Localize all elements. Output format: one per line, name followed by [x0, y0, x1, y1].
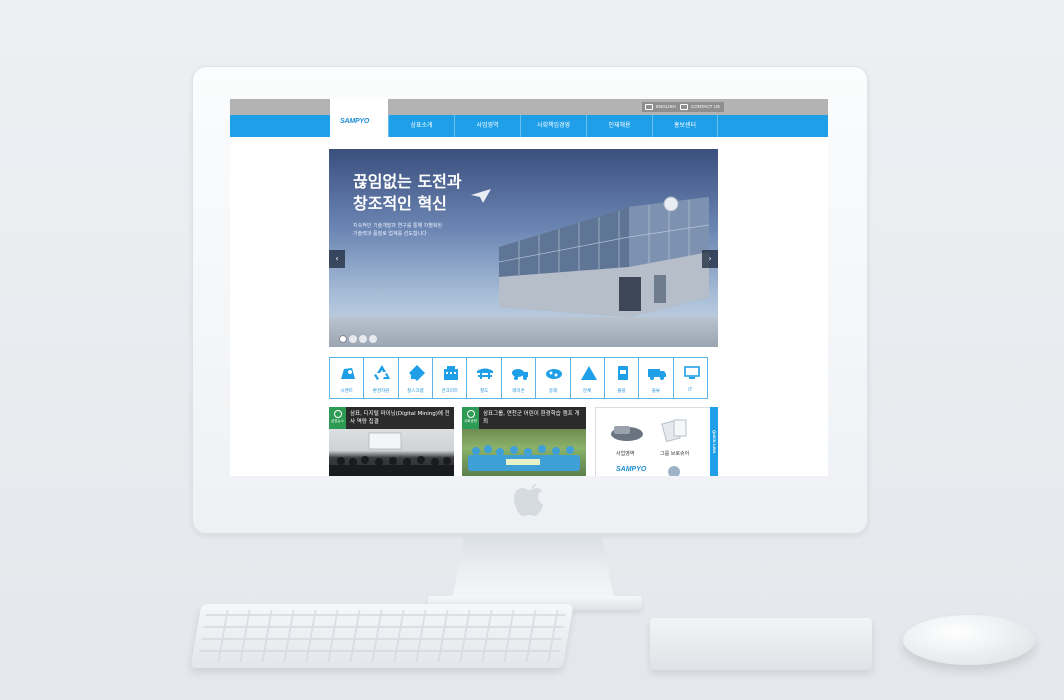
category-powder[interactable]: 분체 — [569, 357, 605, 399]
quick-link-business[interactable]: 사업영역 — [616, 450, 634, 457]
category-label: IT — [688, 388, 693, 393]
top-utility-bar — [230, 99, 828, 115]
nav-item-business[interactable]: 사업영역 — [454, 115, 520, 137]
news-badge: 사회공헌 — [462, 407, 479, 429]
contact-link-label: CONTACT US — [691, 104, 720, 109]
category-label: 골재 — [548, 389, 557, 394]
railway-icon — [477, 368, 494, 379]
hero-title-line2: 창조적인 혁신 — [353, 194, 447, 213]
news-title: 삼표, 디지털 마이닝(Digital Mining)에 전사 역량 집결 — [350, 411, 450, 425]
recycle-icon — [374, 365, 391, 380]
slide-dot[interactable] — [359, 335, 367, 343]
hero-banner: 끊임없는 도전과 창조적인 혁신 지속적인 기술개발과 연구를 통해 차별화된 … — [329, 149, 718, 347]
category-label: 시멘트 — [340, 389, 353, 394]
apple-logo-icon — [514, 484, 543, 516]
scrap-icon — [408, 365, 425, 381]
mouse — [903, 615, 1035, 665]
category-mortar[interactable]: 몰탈 — [603, 357, 640, 399]
monitor-stand — [452, 533, 614, 599]
category-it[interactable]: IT — [672, 357, 708, 399]
quick-link-panel: 사업영역 그룹 브로슈어 SAMPYO — [595, 407, 717, 476]
contact-link[interactable]: CONTACT US — [677, 102, 724, 112]
news-card[interactable]: 삼표뉴스 삼표, 디지털 마이닝(Digital Mining)에 전사 역량 … — [329, 407, 454, 476]
mixer-truck-icon — [511, 369, 528, 380]
business-category-row: 시멘트 환경자원 철스크랩 콘크리트 철도 레미콘 골재 분체 몰탈 물류 IT — [329, 357, 718, 399]
logo-tab[interactable]: SAMPYO — [330, 99, 388, 137]
hero-title-line1: 끊임없는 도전과 — [353, 172, 462, 191]
category-ready-mixed[interactable]: 레미콘 — [500, 357, 537, 399]
monitor-icon — [683, 366, 700, 379]
globe-icon — [645, 104, 653, 110]
hero-pagination — [339, 335, 377, 343]
hero-prev-button[interactable]: ‹ — [329, 250, 345, 268]
mortar-bag-icon — [617, 366, 628, 380]
paper-plane-icon — [471, 189, 491, 203]
category-railway[interactable]: 철도 — [466, 357, 502, 399]
nav-item-about[interactable]: 삼표소개 — [388, 115, 454, 137]
hero-next-button[interactable]: › — [702, 250, 718, 268]
powder-icon — [580, 366, 597, 380]
category-label: 콘크리트 — [441, 389, 459, 394]
news-title: 삼표그룹, 연천군 어린이 환경학습 캠프 개최 — [483, 411, 580, 425]
category-label: 몰탈 — [617, 389, 626, 394]
keyboard — [190, 604, 574, 668]
category-eco-resources[interactable]: 환경자원 — [363, 357, 399, 399]
hero-subtitle: 지속적인 기술개발과 연구를 통해 차별화된 기술력과 품질로 업계를 선도합니… — [353, 222, 493, 238]
slide-dot[interactable] — [369, 335, 377, 343]
category-label: 철스크랩 — [407, 389, 424, 394]
building-icon — [444, 366, 459, 380]
category-concrete[interactable]: 콘크리트 — [432, 357, 468, 399]
quick-link-tab[interactable]: QUICK LINK — [710, 407, 718, 476]
category-aggregate[interactable]: 골재 — [535, 357, 571, 399]
category-scrap[interactable]: 철스크랩 — [397, 357, 434, 399]
category-label: 레미콘 — [512, 389, 525, 394]
logistics-truck-icon — [648, 369, 667, 380]
globe-icon — [668, 466, 680, 476]
hero-subtitle-line2: 기술력과 품질로 업계를 선도합니다 — [353, 231, 427, 237]
building-image — [498, 196, 710, 317]
news-badge: 삼표뉴스 — [329, 407, 346, 429]
play-icon[interactable] — [339, 335, 347, 343]
hero-subtitle-line1: 지속적인 기술개발과 연구를 통해 차별화된 — [353, 223, 443, 229]
quick-link-brochure[interactable]: 그룹 브로슈어 — [660, 450, 689, 457]
category-logistics[interactable]: 물류 — [638, 357, 674, 399]
business-area-image — [611, 426, 643, 441]
category-label: 분체 — [583, 389, 592, 394]
news-photo — [462, 429, 586, 476]
brochure-image — [661, 419, 687, 443]
cement-icon — [341, 368, 355, 379]
nav-item-careers[interactable]: 인재채용 — [586, 115, 652, 137]
category-label: 환경자원 — [372, 389, 390, 394]
category-label: 철도 — [479, 389, 489, 394]
mail-icon — [680, 104, 688, 110]
english-link-label: ENGLISH — [656, 104, 676, 109]
quick-sampyo-logo: SAMPYO — [616, 466, 647, 473]
nav-item-pr[interactable]: 홍보센터 — [652, 115, 718, 137]
nav-item-csr[interactable]: 사회책임경영 — [520, 115, 586, 137]
slide-dot[interactable] — [349, 335, 357, 343]
hero-title: 끊임없는 도전과 창조적인 혁신 — [353, 171, 462, 215]
sampyo-logo: SAMPYO — [340, 118, 370, 125]
category-label: 물류 — [651, 389, 661, 394]
english-link[interactable]: ENGLISH — [642, 102, 680, 112]
category-cement[interactable]: 시멘트 — [329, 357, 365, 399]
trackpad — [650, 618, 872, 670]
news-header: 삼표뉴스 삼표, 디지털 마이닝(Digital Mining)에 전사 역량 … — [329, 407, 454, 429]
hero-ground — [329, 317, 718, 347]
aggregate-icon — [546, 369, 563, 379]
news-header: 사회공헌 삼표그룹, 연천군 어린이 환경학습 캠프 개최 — [462, 407, 586, 429]
news-photo — [329, 429, 454, 476]
news-card[interactable]: 사회공헌 삼표그룹, 연천군 어린이 환경학습 캠프 개최 — [462, 407, 586, 476]
website-screen: ENGLISH CONTACT US SAMPYO 삼표소개 사업영역 사회책임… — [230, 99, 828, 476]
